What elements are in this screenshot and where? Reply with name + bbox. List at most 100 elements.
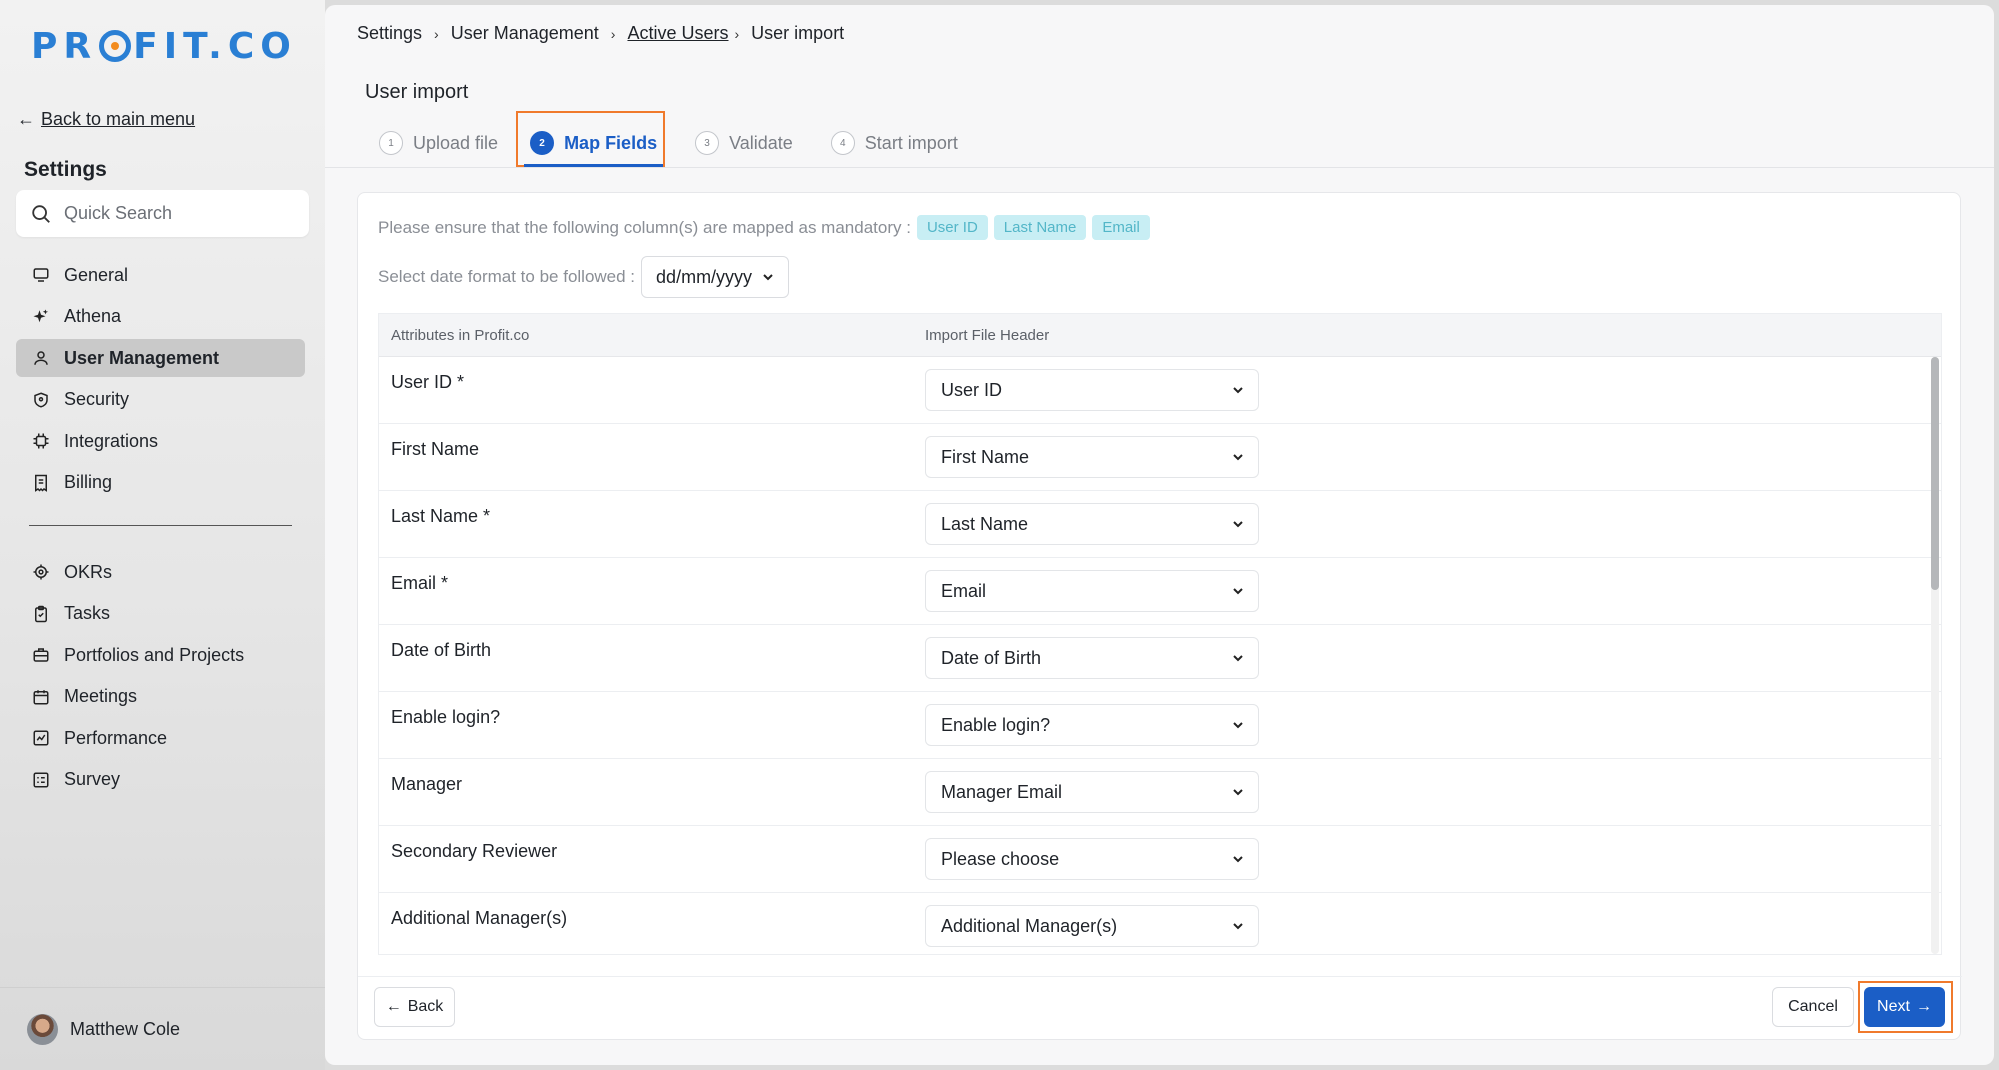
mandatory-chip-email: Email [1092, 215, 1150, 240]
date-format-select[interactable]: dd/mm/yyyy [641, 256, 790, 298]
breadcrumb: Settings › User Management › Active User… [357, 23, 844, 44]
sidebar-item-performance[interactable]: Performance [16, 719, 305, 757]
attribute-label: Secondary Reviewer [391, 841, 558, 861]
quick-search-input[interactable] [64, 203, 284, 224]
chevron-down-icon [1233, 454, 1243, 461]
step-upload-file[interactable]: 1 Upload file [365, 119, 512, 167]
sparkle-icon [33, 309, 49, 322]
import-steps: 1 Upload file 2 Map Fields 3 Validate 4 … [365, 111, 972, 167]
step-number: 3 [695, 131, 720, 155]
attribute-label: First Name [391, 439, 480, 459]
mandatory-columns-notice: Please ensure that the following column(… [378, 215, 1150, 240]
mandatory-chip-last-name: Last Name [993, 215, 1087, 240]
column-header-import-file: Import File Header [925, 326, 1050, 344]
next-button[interactable]: Next → [1864, 987, 1945, 1027]
sidebar-item-okrs[interactable]: OKRs [16, 553, 305, 591]
sidebar-item-billing[interactable]: Billing [16, 464, 305, 502]
profitco-logo[interactable]: PR FIT.CO [31, 26, 297, 67]
chevron-down-icon [1233, 655, 1243, 662]
sidebar-item-meetings[interactable]: Meetings [16, 678, 305, 716]
survey-icon [33, 772, 49, 788]
sidebar-item-security[interactable]: Security [16, 381, 305, 419]
mapping-select[interactable]: Date of Birth [925, 637, 1259, 679]
chevron-down-icon [1233, 923, 1243, 930]
page-title: User import [365, 81, 469, 103]
sidebar-item-portfolios-and-projects[interactable]: Portfolios and Projects [16, 636, 305, 674]
scrollbar-thumb[interactable] [1931, 357, 1939, 590]
mapping-select[interactable]: First Name [925, 436, 1259, 478]
mandatory-chip-user-id: User ID [916, 215, 988, 240]
chart-line-icon [33, 730, 49, 746]
sidebar-item-user-management[interactable]: User Management [16, 339, 305, 378]
mapping-select[interactable]: Last Name [925, 503, 1259, 545]
attribute-label: Manager [391, 774, 463, 794]
mapping-select[interactable]: Manager Email [925, 771, 1259, 813]
attribute-label: Email * [391, 573, 449, 593]
search-icon [32, 204, 50, 223]
attribute-label: Additional Manager(s) [391, 908, 568, 928]
step-number: 1 [379, 131, 403, 155]
clipboard-check-icon [35, 605, 47, 622]
step-map-fields[interactable]: 2 Map Fields [516, 111, 671, 167]
mapping-select[interactable]: Enable login? [925, 704, 1259, 746]
breadcrumb-settings[interactable]: Settings [357, 23, 422, 44]
cancel-button[interactable]: Cancel [1772, 987, 1854, 1027]
mapping-select[interactable]: Email [925, 570, 1259, 612]
sidebar-divider [29, 525, 292, 526]
table-row: Secondary Reviewer Please choose [379, 826, 1941, 893]
table-scrollbar[interactable] [1931, 357, 1939, 954]
user-icon [34, 351, 48, 366]
user-name: Matthew Cole [70, 1018, 181, 1039]
chevron-right-icon: › [734, 25, 740, 42]
settings-nav: General Athena User Management Security … [16, 256, 305, 506]
breadcrumb-user-management[interactable]: User Management [451, 23, 599, 44]
back-button[interactable]: ← Back [374, 987, 455, 1027]
chevron-right-icon: › [434, 25, 439, 42]
mapping-select[interactable]: Please choose [925, 838, 1259, 880]
column-header-attributes: Attributes in Profit.co [391, 326, 530, 344]
chevron-down-icon [1233, 856, 1243, 863]
arrow-left-icon: ← [385, 998, 402, 1015]
sidebar-item-tasks[interactable]: Tasks [16, 595, 305, 633]
calendar-icon [33, 690, 49, 705]
step-start-import[interactable]: 4 Start import [817, 119, 972, 167]
quick-search-box[interactable] [16, 190, 309, 237]
main-content: Settings › User Management › Active User… [325, 5, 1994, 1065]
tab-divider [325, 167, 1994, 168]
breadcrumb-active-users[interactable]: Active Users [627, 23, 728, 44]
sidebar-item-integrations[interactable]: Integrations [16, 422, 305, 460]
sidebar-item-survey[interactable]: Survey [16, 761, 305, 799]
table-row: Additional Manager(s) Additional Manager… [379, 893, 1941, 954]
chevron-down-icon [1233, 588, 1243, 595]
briefcase-icon [33, 648, 49, 662]
receipt-icon [35, 474, 47, 492]
back-to-main-menu-link[interactable]: ← Back to main menu [17, 109, 195, 130]
chevron-down-icon [763, 274, 773, 281]
chevron-down-icon [1233, 387, 1243, 394]
sidebar-item-athena[interactable]: Athena [16, 298, 305, 336]
mapping-select[interactable]: Additional Manager(s) [925, 905, 1259, 947]
step-validate[interactable]: 3 Validate [681, 119, 807, 167]
attribute-label: Enable login? [391, 707, 501, 727]
table-row: Email * Email [379, 558, 1941, 625]
sidebar: PRFIT.CO ← Back to main menu Settings Ge… [0, 0, 325, 1070]
step-number: 2 [530, 131, 555, 155]
target-icon [33, 564, 49, 580]
user-profile[interactable]: Matthew Cole [0, 987, 325, 1070]
table-row: Date of Birth Date of Birth [379, 625, 1941, 692]
chevron-right-icon: › [610, 25, 616, 42]
mapping-select[interactable]: User ID [925, 369, 1259, 411]
monitor-icon [33, 268, 49, 282]
table-row: First Name First Name [379, 424, 1941, 491]
step-number: 4 [830, 131, 855, 155]
arrow-left-icon: ← [17, 109, 35, 129]
table-row: Enable login? Enable login? [379, 692, 1941, 759]
map-fields-card: Please ensure that the following column(… [357, 192, 1962, 1040]
date-format-row: Select date format to be followed : dd/m… [378, 256, 790, 298]
chevron-down-icon [1233, 521, 1243, 528]
sidebar-item-general[interactable]: General [16, 256, 305, 294]
attribute-label: Date of Birth [391, 640, 492, 660]
logo-target-icon [99, 30, 132, 62]
chevron-down-icon [1233, 722, 1243, 729]
avatar[interactable] [27, 1013, 58, 1045]
